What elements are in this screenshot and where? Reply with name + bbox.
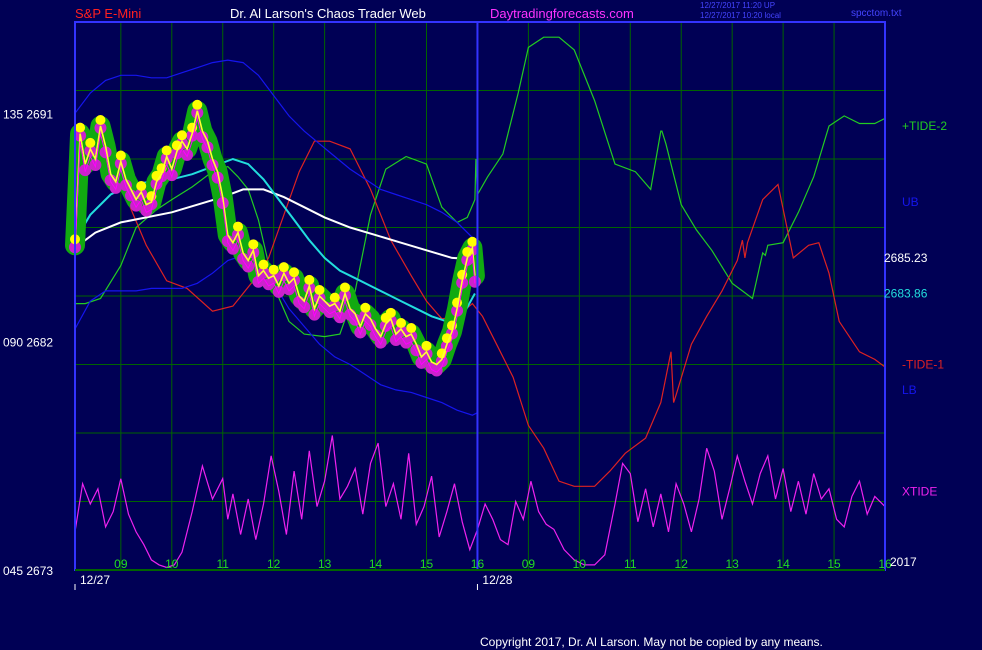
price-dot-yellow (421, 340, 432, 351)
symbol-title: S&P E-Mini (75, 6, 141, 21)
file-name: spcctom.txt (851, 8, 902, 19)
site-url[interactable]: Daytradingforecasts.com (490, 6, 634, 21)
price-dot-yellow (360, 302, 371, 313)
price-dot-yellow (161, 145, 172, 156)
x-axis-tick-label: 13 (725, 557, 739, 571)
x-axis-tick-label: 12 (675, 557, 689, 571)
right-series-label: UB (902, 195, 919, 209)
price-dot-yellow (95, 115, 106, 126)
right-series-label: 2683.86 (884, 286, 928, 300)
price-dot-yellow (329, 292, 340, 303)
price-dot-yellow (385, 307, 396, 318)
x-axis-tick-label: 10 (165, 557, 179, 571)
right-series-label: XTIDE (902, 484, 937, 498)
price-dot-magenta (364, 318, 377, 331)
price-dot-yellow (396, 317, 407, 328)
right-series-label: +TIDE-2 (902, 119, 947, 133)
price-dot-yellow (192, 99, 203, 110)
price-dot-yellow (278, 262, 289, 273)
x-axis-tick-label: 14 (369, 557, 383, 571)
y-axis-tick-label: 045 2673 (3, 564, 53, 578)
site-name: Dr. Al Larson's Chaos Trader Web (230, 6, 426, 21)
price-dot-yellow (75, 122, 86, 133)
chaos-chart: 135 2691 090 2682 045 2673 09 10 11 12 13 14 15 16… (0, 0, 982, 650)
x-axis-tick-label: 16 (471, 557, 485, 571)
price-dot-yellow (268, 264, 279, 275)
x-axis-tick-label: 12 (267, 557, 281, 571)
price-dot-yellow (289, 267, 300, 278)
right-series-label: 2685.23 (884, 251, 928, 265)
price-dot-magenta (272, 285, 285, 298)
timestamp-local: 12/27/2017 10:20 local (700, 11, 781, 20)
x-axis-tick-label: 11 (217, 557, 230, 571)
x-axis-tick-label: 13 (318, 557, 332, 571)
x-axis-tick-label: 09 (522, 557, 536, 571)
date-label: 12/28 (482, 573, 512, 587)
price-dot-yellow (340, 282, 350, 293)
x-axis-tick-label: 09 (114, 557, 128, 571)
price-dot-yellow (314, 285, 325, 295)
price-dot-yellow (467, 236, 478, 247)
x-axis-tick-label: 15 (827, 557, 841, 571)
y-axis-tick-label: 135 2691 (3, 107, 53, 121)
year-label: 2017 (890, 555, 917, 569)
right-series-label: -TIDE-1 (902, 358, 944, 372)
price-dot-yellow (136, 180, 147, 191)
x-axis-tick-label: 10 (573, 557, 587, 571)
x-axis-tick-label: 11 (624, 557, 637, 571)
timestamp-up: 12/27/2017 11:20 UP (700, 1, 775, 10)
price-dot-yellow (85, 137, 96, 148)
x-axis-tick-label: 15 (420, 557, 434, 571)
right-series-label: LB (902, 383, 917, 397)
price-dot-yellow (233, 221, 244, 232)
x-axis-tick-label: 14 (776, 557, 790, 571)
price-dot-yellow (258, 259, 269, 270)
date-label: 12/27 (80, 573, 110, 587)
y-axis-tick-label: 090 2682 (3, 336, 53, 350)
price-dot-yellow (248, 239, 259, 250)
price-dot-yellow (406, 323, 417, 334)
price-dot-yellow (176, 130, 187, 141)
copyright-notice: Copyright 2017, Dr. Al Larson. May not b… (480, 635, 823, 649)
